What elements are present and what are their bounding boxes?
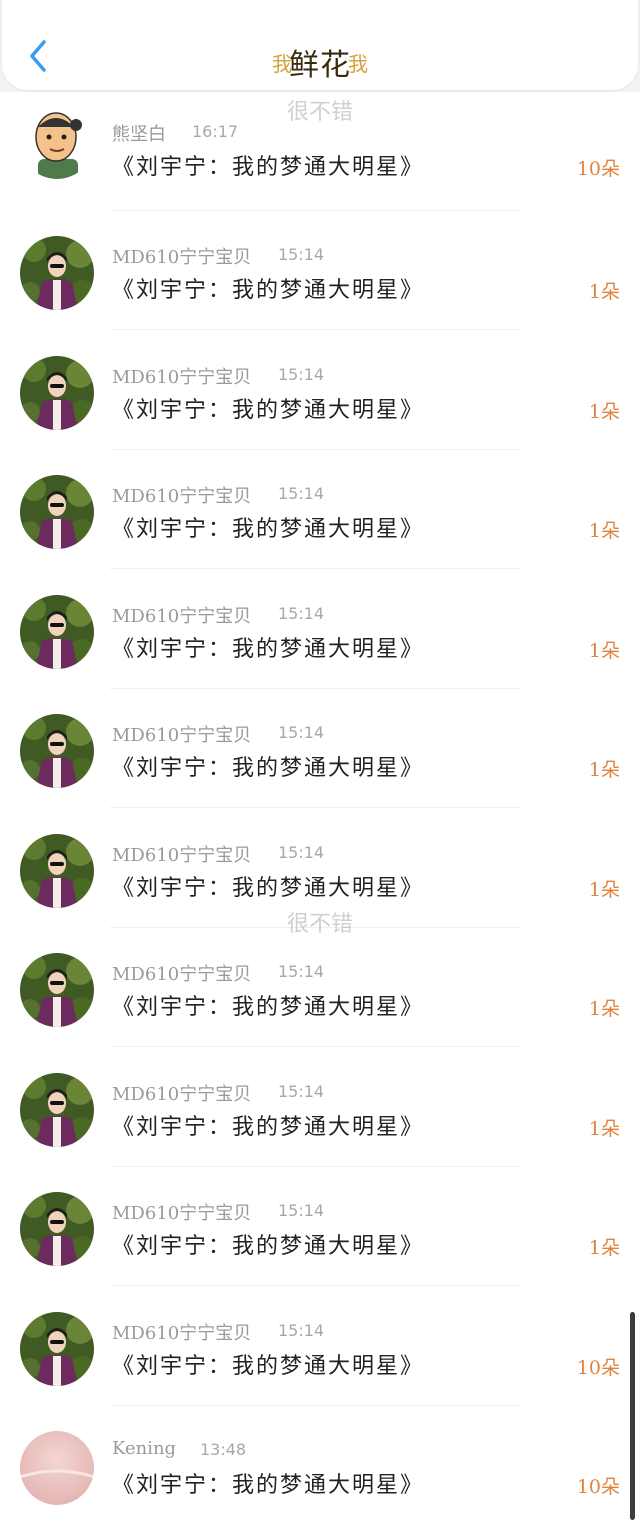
avatar[interactable] — [20, 1431, 94, 1505]
flower-count: 1朵 — [588, 998, 620, 1020]
timestamp: 15:14 — [278, 245, 325, 264]
gift-message: 《刘宇宁：我的梦通大明星》 — [112, 278, 425, 303]
flower-count: 10朵 — [576, 1476, 620, 1498]
timestamp: 15:14 — [278, 1201, 325, 1220]
flower-count: 1朵 — [588, 640, 620, 662]
page-title: 鲜花 — [289, 48, 351, 83]
gift-message: 《刘宇宁：我的梦通大明星》 — [112, 1354, 425, 1379]
divider — [110, 1046, 520, 1047]
list-item[interactable]: MD610宁宁宝贝 15:14 《刘宇宁：我的梦通大明星》 1朵 — [0, 928, 640, 1047]
scrollbar[interactable] — [630, 1312, 635, 1520]
avatar[interactable] — [20, 475, 94, 549]
divider — [110, 807, 520, 808]
gift-message: 《刘宇宁：我的梦通大明星》 — [112, 1234, 425, 1259]
timestamp: 15:14 — [278, 1082, 325, 1101]
timestamp: 15:14 — [278, 843, 325, 862]
gift-message: 《刘宇宁：我的梦通大明星》 — [112, 398, 425, 423]
list-item[interactable]: MD610宁宁宝贝 15:14 《刘宇宁：我的梦通大明星》 1朵 — [0, 331, 640, 450]
timestamp: 15:14 — [278, 962, 325, 981]
user-name[interactable]: Kening — [112, 1438, 176, 1459]
flower-count: 1朵 — [588, 1118, 620, 1140]
user-name[interactable]: MD610宁宁宝贝 — [112, 960, 251, 986]
flower-count: 1朵 — [588, 281, 620, 303]
gift-message: 《刘宇宁：我的梦通大明星》 — [112, 995, 425, 1020]
timestamp: 15:14 — [278, 604, 325, 623]
user-name[interactable]: MD610宁宁宝贝 — [112, 1319, 251, 1345]
timestamp: 15:14 — [278, 365, 325, 384]
list-item[interactable]: MD610宁宁宝贝 15:14 《刘宇宁：我的梦通大明星》 1朵 — [0, 1167, 640, 1286]
avatar[interactable] — [20, 236, 94, 310]
gift-message: 《刘宇宁：我的梦通大明星》 — [112, 1115, 425, 1140]
flower-count: 1朵 — [588, 1237, 620, 1259]
floating-comment: 很不错 — [286, 912, 353, 937]
timestamp: 15:14 — [278, 484, 325, 503]
list-item[interactable]: Kening 13:48 《刘宇宁：我的梦通大明星》 10朵 — [0, 1406, 640, 1525]
list-item[interactable]: MD610宁宁宝贝 15:14 《刘宇宁：我的梦通大明星》 1朵 — [0, 211, 640, 330]
flower-count: 1朵 — [588, 759, 620, 781]
gift-message: 《刘宇宁：我的梦通大明星》 — [112, 637, 425, 662]
avatar[interactable] — [20, 1312, 94, 1386]
list-item[interactable]: MD610宁宁宝贝 15:14 《刘宇宁：我的梦通大明星》 1朵 — [0, 570, 640, 689]
user-name[interactable]: MD610宁宁宝贝 — [112, 1199, 251, 1225]
user-name[interactable]: MD610宁宁宝贝 — [112, 721, 251, 747]
avatar[interactable] — [20, 834, 94, 908]
divider — [110, 329, 520, 330]
avatar[interactable] — [20, 714, 94, 788]
flower-count: 1朵 — [588, 879, 620, 901]
title-decoration-right: 我 — [348, 52, 368, 76]
divider — [110, 1285, 520, 1286]
header-bar: 我 鲜花 我 — [0, 0, 640, 92]
gift-message: 《刘宇宁：我的梦通大明星》 — [112, 155, 425, 180]
flower-count: 10朵 — [576, 158, 620, 180]
floating-comment: 很不错 — [286, 100, 353, 125]
timestamp: 15:14 — [278, 1321, 325, 1340]
header-card: 我 鲜花 我 — [2, 0, 638, 90]
avatar[interactable] — [20, 1192, 94, 1266]
divider — [110, 568, 520, 569]
list-item[interactable]: MD610宁宁宝贝 15:14 《刘宇宁：我的梦通大明星》 1朵 — [0, 689, 640, 808]
flower-count: 1朵 — [588, 401, 620, 423]
gift-message: 《刘宇宁：我的梦通大明星》 — [112, 876, 425, 901]
user-name[interactable]: MD610宁宁宝贝 — [112, 1080, 251, 1106]
timestamp: 13:48 — [200, 1440, 247, 1459]
user-name[interactable]: MD610宁宁宝贝 — [112, 243, 251, 269]
avatar[interactable] — [20, 953, 94, 1027]
list-item[interactable]: MD610宁宁宝贝 15:14 《刘宇宁：我的梦通大明星》 10朵 — [0, 1287, 640, 1406]
list-item[interactable]: MD610宁宁宝贝 15:14 《刘宇宁：我的梦通大明星》 1朵 — [0, 450, 640, 569]
gift-message: 《刘宇宁：我的梦通大明星》 — [112, 517, 425, 542]
timestamp: 15:14 — [278, 723, 325, 742]
user-name[interactable]: MD610宁宁宝贝 — [112, 841, 251, 867]
user-name[interactable]: MD610宁宁宝贝 — [112, 482, 251, 508]
avatar[interactable] — [20, 595, 94, 669]
flower-count: 10朵 — [576, 1357, 620, 1379]
user-name[interactable]: MD610宁宁宝贝 — [112, 363, 251, 389]
avatar[interactable] — [20, 356, 94, 430]
user-name[interactable]: MD610宁宁宝贝 — [112, 602, 251, 628]
gift-message: 《刘宇宁：我的梦通大明星》 — [112, 756, 425, 781]
avatar[interactable] — [20, 1073, 94, 1147]
gift-message: 《刘宇宁：我的梦通大明星》 — [112, 1473, 425, 1498]
list-item[interactable]: MD610宁宁宝贝 15:14 《刘宇宁：我的梦通大明星》 1朵 — [0, 1048, 640, 1167]
flower-count: 1朵 — [588, 520, 620, 542]
